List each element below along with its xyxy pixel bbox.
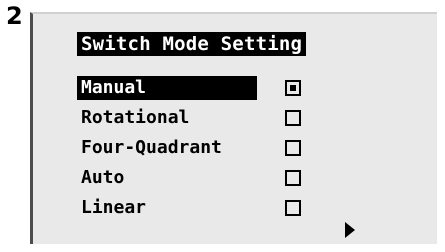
option-rotational[interactable]: Rotational [77,106,317,130]
checkbox-empty-icon[interactable] [285,140,301,156]
checkbox-empty-icon[interactable] [285,170,301,186]
right-arrow-icon[interactable] [345,222,355,238]
screen-title: Switch Mode Setting [77,32,307,56]
option-label: Auto [81,167,125,188]
checkbox-empty-icon[interactable] [285,110,301,126]
option-manual[interactable]: Manual [77,76,317,100]
option-label: Four-Quadrant [81,137,222,158]
option-label: Linear [81,197,147,218]
option-four-quadrant[interactable]: Four-Quadrant [77,136,317,160]
step-number: 2 [6,2,23,30]
option-linear[interactable]: Linear [77,196,317,220]
option-auto[interactable]: Auto [77,166,317,190]
checkbox-checked-icon[interactable] [285,80,301,96]
checkbox-empty-icon[interactable] [285,200,301,216]
option-label: Manual [77,76,257,100]
option-label: Rotational [81,107,190,128]
lcd-screen: Switch Mode Setting Manual Rotational Fo… [30,12,437,244]
